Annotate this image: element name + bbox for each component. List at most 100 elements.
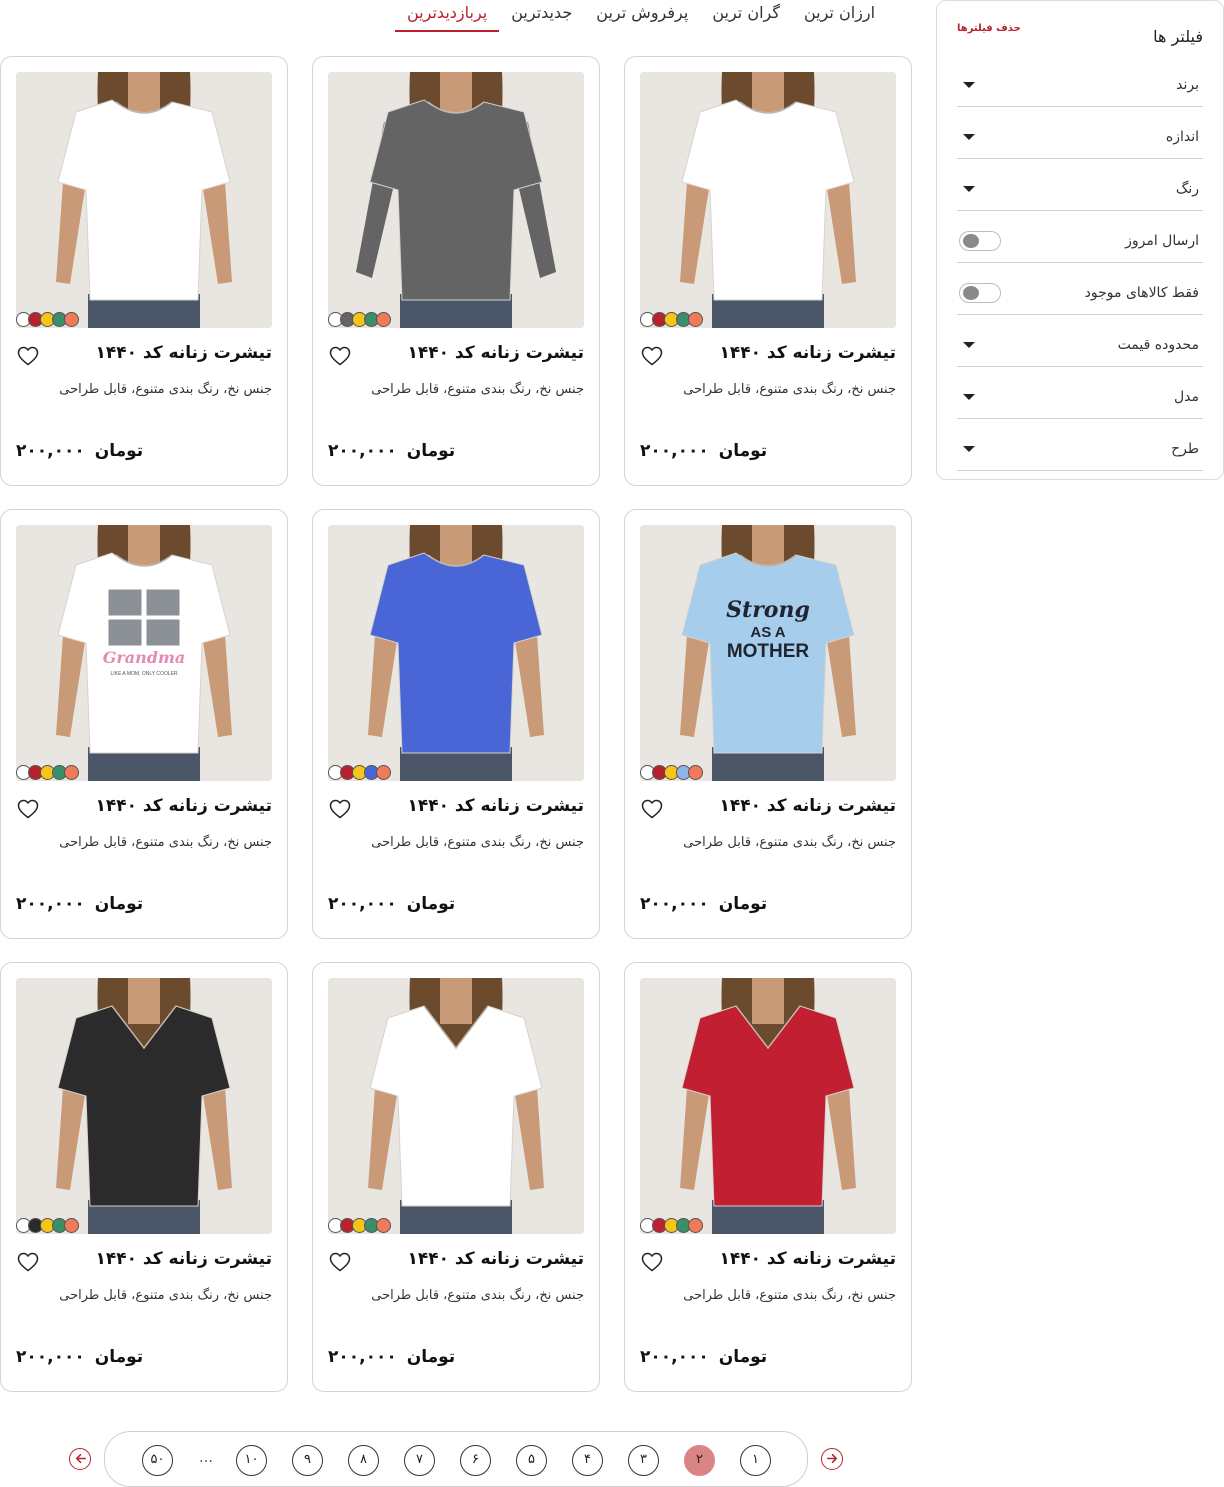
product-card[interactable]: تیشرت زنانه کد ۱۴۴۰ جنس نخ، رنگ بندی متنو… [0, 56, 288, 486]
product-title[interactable]: تیشرت زنانه کد ۱۴۴۰ [95, 343, 272, 363]
heart-icon[interactable] [640, 797, 664, 821]
color-swatch[interactable] [688, 312, 703, 327]
color-swatch[interactable] [688, 1218, 703, 1233]
filter-row[interactable]: محدوده قیمت [957, 315, 1203, 367]
prev-page-button[interactable] [69, 1448, 91, 1470]
price-currency: تومان [718, 441, 768, 461]
color-swatch[interactable] [376, 312, 391, 327]
product-image[interactable] [640, 978, 896, 1234]
color-swatches [328, 1218, 391, 1234]
product-title[interactable]: تیشرت زنانه کد ۱۴۴۰ [407, 1249, 584, 1269]
filter-label: فقط کالاهای موجود [1084, 284, 1199, 301]
product-card[interactable]: تیشرت زنانه کد ۱۴۴۰ جنس نخ، رنگ بندی متنو… [624, 962, 912, 1392]
product-photo [328, 525, 584, 781]
product-card[interactable]: تیشرت زنانه کد ۱۴۴۰ جنس نخ، رنگ بندی متنو… [0, 962, 288, 1392]
next-page-button[interactable] [821, 1448, 843, 1470]
sort-tab[interactable]: پربازدیدترین [395, 0, 500, 32]
product-price: تومان ۲۰۰,۰۰۰ [328, 894, 455, 914]
page-button-last[interactable]: ۵۰ [142, 1445, 173, 1476]
page-button[interactable]: ۴ [572, 1445, 603, 1476]
page-button[interactable]: ۷ [404, 1445, 435, 1476]
product-title[interactable]: تیشرت زنانه کد ۱۴۴۰ [719, 343, 896, 363]
color-swatch[interactable] [64, 312, 79, 327]
toggle-switch[interactable] [959, 230, 1001, 251]
product-image[interactable]: Strong AS A MOTHER [640, 525, 896, 781]
page-button[interactable]: ۶ [460, 1445, 491, 1476]
heart-icon[interactable] [328, 797, 352, 821]
filter-row[interactable]: مدل [957, 367, 1203, 419]
filter-row[interactable]: رنگ [957, 159, 1203, 211]
clear-filters-link[interactable]: حذف فیلترها [957, 23, 1021, 34]
toggle-switch[interactable] [959, 282, 1001, 303]
page-button[interactable]: ۱۰ [236, 1445, 267, 1476]
heart-icon[interactable] [16, 1250, 40, 1274]
color-swatches [16, 765, 79, 781]
caret-down-icon [963, 81, 975, 88]
product-image[interactable] [16, 72, 272, 328]
product-image[interactable] [16, 978, 272, 1234]
price-value: ۲۰۰,۰۰۰ [328, 894, 397, 914]
filter-row[interactable]: اندازه [957, 107, 1203, 159]
product-title[interactable]: تیشرت زنانه کد ۱۴۴۰ [95, 1249, 272, 1269]
product-card[interactable]: تیشرت زنانه کد ۱۴۴۰ جنس نخ، رنگ بندی متنو… [312, 56, 600, 486]
sort-tab[interactable]: گران ترین [700, 0, 792, 32]
heart-icon[interactable] [16, 344, 40, 368]
price-currency: تومان [406, 441, 456, 461]
product-card[interactable]: Grandma LIKE A MOM, ONLY COOLER تیشرت زنان… [0, 509, 288, 939]
filter-label: طرح [1171, 440, 1199, 457]
product-title[interactable]: تیشرت زنانه کد ۱۴۴۰ [407, 796, 584, 816]
page-button[interactable]: ۵ [516, 1445, 547, 1476]
page-button[interactable]: ۱ [740, 1445, 771, 1476]
price-currency: تومان [94, 1347, 144, 1367]
filter-list: برند اندازه رنگ ارسال امروز فقط کالاهای موجو… [957, 55, 1203, 471]
heart-icon[interactable] [640, 344, 664, 368]
filter-row[interactable]: برند [957, 55, 1203, 107]
heart-icon[interactable] [640, 1250, 664, 1274]
product-price: تومان ۲۰۰,۰۰۰ [640, 894, 767, 914]
price-value: ۲۰۰,۰۰۰ [16, 441, 85, 461]
product-image[interactable]: Grandma LIKE A MOM, ONLY COOLER [16, 525, 272, 781]
filter-row[interactable]: ارسال امروز [957, 211, 1203, 263]
caret-down-icon [963, 393, 975, 400]
product-description: جنس نخ، رنگ بندی متنوع، قابل طراحی [371, 382, 584, 397]
filter-header: فیلتر ها حذف فیلترها [957, 23, 1203, 49]
sort-tab[interactable]: ارزان ترین [792, 0, 887, 32]
product-title[interactable]: تیشرت زنانه کد ۱۴۴۰ [719, 796, 896, 816]
price-value: ۲۰۰,۰۰۰ [16, 894, 85, 914]
product-card[interactable]: تیشرت زنانه کد ۱۴۴۰ جنس نخ، رنگ بندی متنو… [312, 962, 600, 1392]
caret-down-icon [963, 445, 975, 452]
product-image[interactable] [640, 72, 896, 328]
product-photo: Grandma LIKE A MOM, ONLY COOLER [16, 525, 272, 781]
filter-title: فیلتر ها [1153, 26, 1203, 46]
page-button[interactable]: ۹ [292, 1445, 323, 1476]
heart-icon[interactable] [328, 1250, 352, 1274]
page-button[interactable]: ۸ [348, 1445, 379, 1476]
heart-icon[interactable] [16, 797, 40, 821]
caret-down-icon [963, 185, 975, 192]
color-swatch[interactable] [376, 1218, 391, 1233]
price-currency: تومان [94, 894, 144, 914]
color-swatches [640, 312, 703, 328]
product-image[interactable] [328, 72, 584, 328]
product-card[interactable]: تیشرت زنانه کد ۱۴۴۰ جنس نخ، رنگ بندی متنو… [624, 56, 912, 486]
product-title[interactable]: تیشرت زنانه کد ۱۴۴۰ [719, 1249, 896, 1269]
color-swatch[interactable] [64, 1218, 79, 1233]
product-card[interactable]: Strong AS A MOTHER تیشرت زنانه کد ۱۴۴۰ جنس ن… [624, 509, 912, 939]
product-card[interactable]: تیشرت زنانه کد ۱۴۴۰ جنس نخ، رنگ بندی متنو… [312, 509, 600, 939]
color-swatch[interactable] [376, 765, 391, 780]
product-image[interactable] [328, 525, 584, 781]
page-button[interactable]: ۲ [684, 1445, 715, 1476]
product-image[interactable] [328, 978, 584, 1234]
product-title[interactable]: تیشرت زنانه کد ۱۴۴۰ [407, 343, 584, 363]
filter-row[interactable]: فقط کالاهای موجود [957, 263, 1203, 315]
filter-row[interactable]: طرح [957, 419, 1203, 471]
sort-tab[interactable]: پرفروش ترین [584, 0, 700, 32]
color-swatch[interactable] [64, 765, 79, 780]
print-text: MOTHER [727, 641, 810, 662]
sort-tab[interactable]: جدیدترین [499, 0, 584, 32]
page-button[interactable]: ۳ [628, 1445, 659, 1476]
heart-icon[interactable] [328, 344, 352, 368]
product-title[interactable]: تیشرت زنانه کد ۱۴۴۰ [95, 796, 272, 816]
price-value: ۲۰۰,۰۰۰ [328, 441, 397, 461]
color-swatch[interactable] [688, 765, 703, 780]
